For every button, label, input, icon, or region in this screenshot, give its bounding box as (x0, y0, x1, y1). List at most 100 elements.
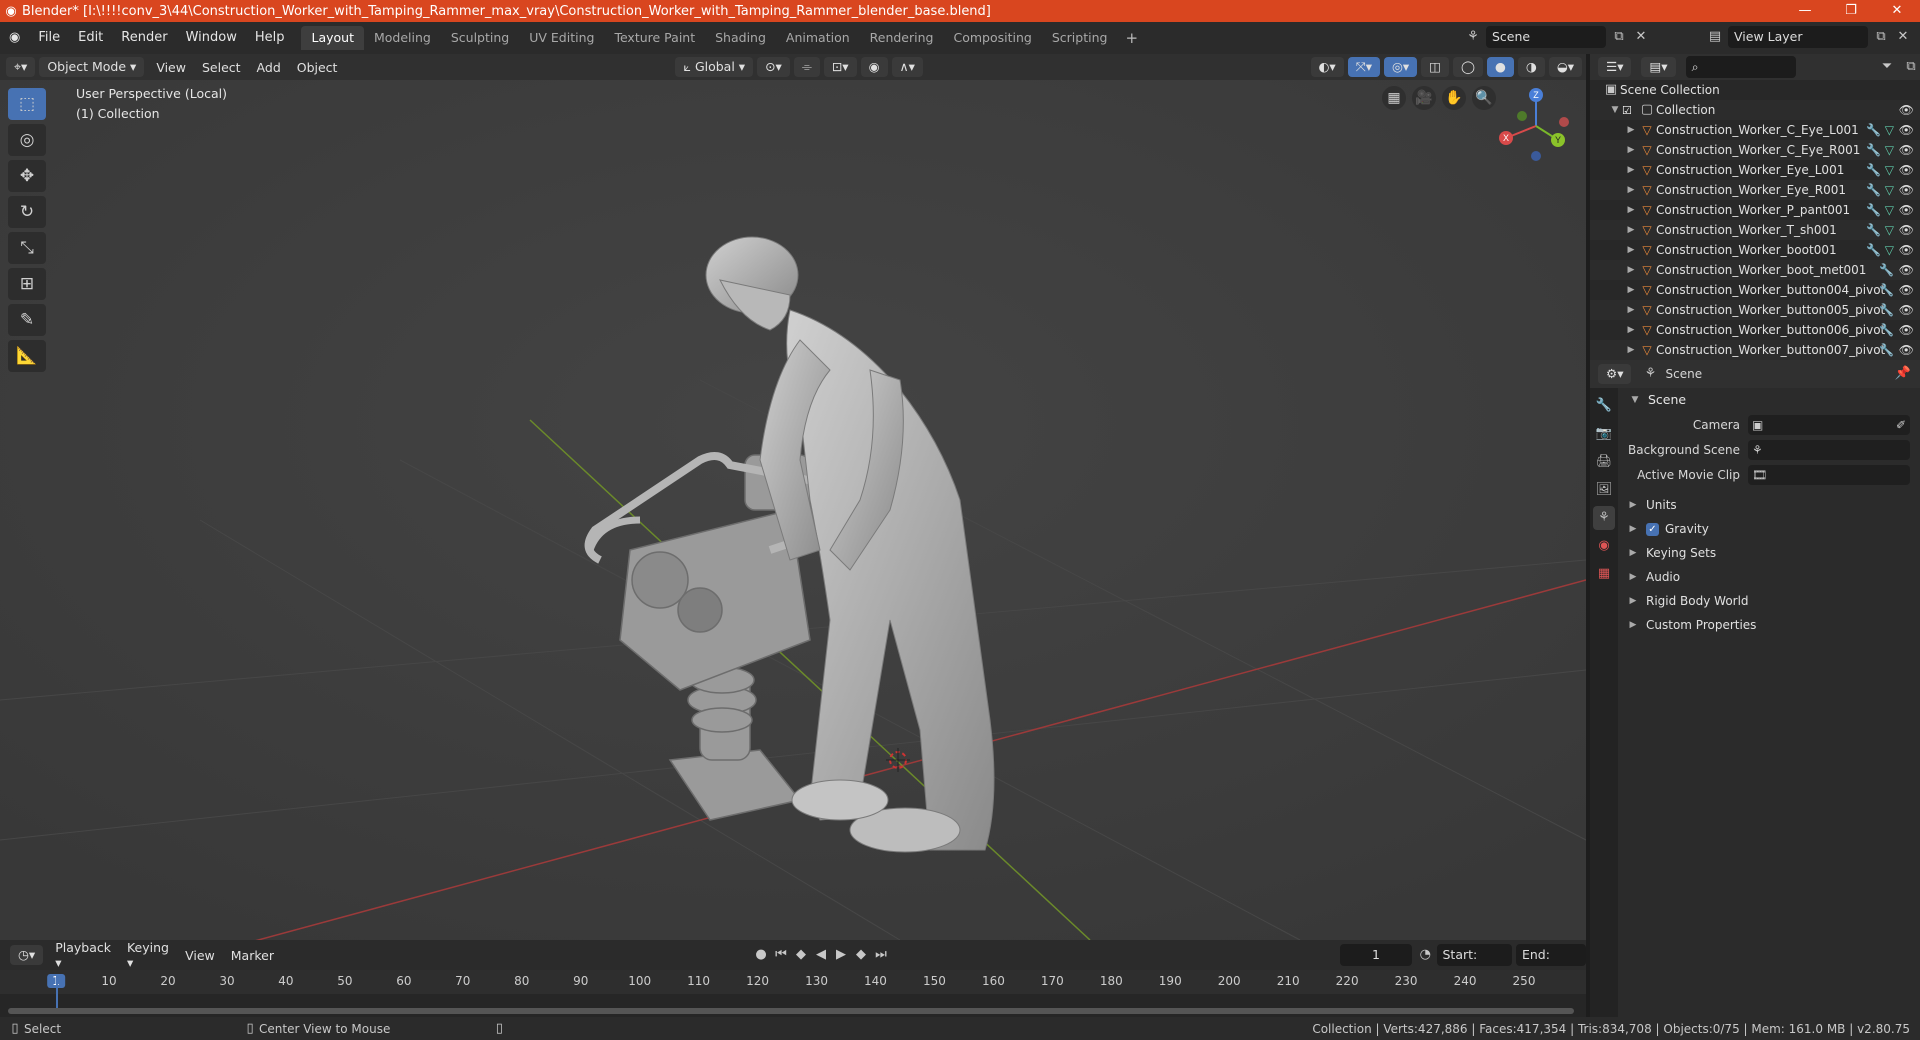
eye-icon[interactable]: 👁 (1899, 323, 1914, 337)
expand-object-icon[interactable]: ▶ (1624, 125, 1638, 135)
eye-icon[interactable]: 👁 (1899, 123, 1914, 137)
expand-object-icon[interactable]: ▶ (1624, 265, 1638, 275)
gravity-checkbox[interactable]: ✓ (1646, 522, 1659, 536)
scene-tab-icon[interactable]: ⚘ (1593, 506, 1615, 530)
properties-editor-icon[interactable]: ⚙▾ (1598, 364, 1632, 384)
view-layer-tab-icon[interactable]: 🖼 (1593, 478, 1615, 502)
measure-tool-icon[interactable]: 📐 (8, 340, 46, 372)
outliner-editor-icon[interactable]: ☰▾ (1598, 57, 1632, 77)
blender-menu-icon[interactable]: ◉ (0, 22, 29, 54)
scene-panel-header[interactable]: ▼ Scene (1618, 388, 1920, 412)
mesh-data-icon[interactable]: ▽ (1881, 183, 1894, 197)
expand-object-icon[interactable]: ▶ (1624, 325, 1638, 335)
menu-select[interactable]: Select (194, 60, 249, 75)
annotate-tool-icon[interactable]: ✎ (8, 304, 46, 336)
keying-sets-panel[interactable]: ▶ Keying Sets (1618, 541, 1920, 565)
tab-texture-paint[interactable]: Texture Paint (604, 26, 705, 50)
prev-keyframe-icon[interactable]: ◆ (792, 946, 810, 964)
expand-object-icon[interactable]: ▶ (1624, 205, 1638, 215)
snap-target-icon[interactable]: ⊡▾ (823, 57, 857, 77)
outliner-item[interactable]: ▶ ▽ Construction_Worker_T_sh001 🔧 ▽ 👁 (1590, 220, 1920, 240)
cursor-tool-icon[interactable]: ◎ (8, 124, 46, 156)
menu-timeline-view[interactable]: View (177, 948, 223, 963)
menu-window[interactable]: Window (177, 22, 246, 54)
timeline-scrollbar[interactable] (8, 1008, 1574, 1014)
render-tab-icon[interactable]: 📷 (1593, 422, 1615, 446)
eye-icon[interactable]: 👁 (1899, 303, 1914, 317)
display-mode-icon[interactable]: ▤▾ (1641, 57, 1676, 77)
tab-modeling[interactable]: Modeling (364, 26, 441, 50)
mesh-data-icon[interactable]: ▽ (1881, 163, 1894, 177)
proportional-edit-icon[interactable]: ◉ (860, 57, 888, 77)
menu-object[interactable]: Object (289, 60, 346, 75)
grid-view-icon[interactable]: ▦ (1382, 86, 1406, 110)
outliner-item[interactable]: ▶ ▽ Construction_Worker_button007_pivot 🔧 👁 (1590, 340, 1920, 360)
menu-view[interactable]: View (148, 60, 194, 75)
outliner-item[interactable]: ▶ ▽ Construction_Worker_P_pant001 🔧 ▽ 👁 (1590, 200, 1920, 220)
pan-hand-icon[interactable]: ✋ (1442, 86, 1466, 110)
world-tab-icon[interactable]: ◉ (1593, 534, 1615, 558)
custom-properties-panel[interactable]: ▶ Custom Properties (1618, 613, 1920, 637)
wrench-icon[interactable]: 🔧 (1879, 343, 1894, 357)
tab-uv-editing[interactable]: UV Editing (519, 26, 604, 50)
visibility-icon[interactable]: ◐▾ (1310, 57, 1344, 77)
texture-tab-icon[interactable]: ▦ (1593, 562, 1615, 586)
mesh-data-icon[interactable]: ▽ (1881, 143, 1894, 157)
wrench-icon[interactable]: 🔧 (1866, 123, 1881, 137)
eye-icon[interactable]: 👁 (1899, 143, 1914, 157)
pin-icon[interactable]: 📌 (1894, 365, 1912, 383)
menu-keying[interactable]: Keying ▾ (119, 940, 177, 970)
select-box-tool-icon[interactable]: ⬚ (8, 88, 46, 120)
wrench-icon[interactable]: 🔧 (1866, 143, 1881, 157)
tool-tab-icon[interactable]: 🔧 (1593, 394, 1615, 418)
add-workspace-button[interactable]: + (1117, 29, 1146, 47)
new-scene-icon[interactable]: ⧉ (1610, 28, 1628, 46)
expand-object-icon[interactable]: ▶ (1624, 165, 1638, 175)
pivot-icon[interactable]: ⊙▾ (757, 57, 790, 77)
outliner-item[interactable]: ▶ ▽ Construction_Worker_Eye_R001 🔧 ▽ 👁 (1590, 180, 1920, 200)
minimize-button[interactable]: — (1782, 0, 1828, 22)
snap-icon[interactable]: ⌯ (793, 57, 820, 77)
expand-object-icon[interactable]: ▶ (1624, 345, 1638, 355)
eye-icon[interactable]: 👁 (1899, 343, 1914, 357)
timeline-body[interactable]: 1102030405060708090100110120130140150160… (0, 970, 1586, 1017)
outliner-search-input[interactable]: ⌕ (1685, 56, 1796, 78)
wrench-icon[interactable]: 🔧 (1866, 163, 1881, 177)
wrench-icon[interactable]: 🔧 (1879, 303, 1894, 317)
tab-shading[interactable]: Shading (705, 26, 776, 50)
outliner-item[interactable]: ▶ ▽ Construction_Worker_button004_pivot 🔧 👁 (1590, 280, 1920, 300)
wrench-icon[interactable]: 🔧 (1866, 243, 1881, 257)
outliner-item[interactable]: ▶ ▽ Construction_Worker_boot_met001 🔧 👁 (1590, 260, 1920, 280)
orientation-selector[interactable]: ⟀ Global ▾ (675, 57, 754, 77)
new-collection-icon[interactable]: ⧉ (1902, 58, 1920, 76)
remove-view-layer-icon[interactable]: ✕ (1894, 28, 1912, 46)
mode-selector[interactable]: Object Mode ▾ (39, 57, 145, 77)
eye-icon[interactable]: 👁 (1899, 263, 1914, 277)
solid-shading-icon[interactable]: ● (1486, 57, 1514, 77)
expand-collection-icon[interactable]: ▼ (1608, 105, 1622, 115)
wrench-icon[interactable]: 🔧 (1879, 283, 1894, 297)
menu-render[interactable]: Render (112, 22, 176, 54)
camera-view-icon[interactable]: 🎥 (1412, 86, 1436, 110)
gravity-panel[interactable]: ▶ ✓ Gravity (1618, 517, 1920, 541)
new-view-layer-icon[interactable]: ⧉ (1872, 28, 1890, 46)
rotate-tool-icon[interactable]: ↻ (8, 196, 46, 228)
wrench-icon[interactable]: 🔧 (1879, 263, 1894, 277)
menu-help[interactable]: Help (246, 22, 294, 54)
camera-field[interactable]: ▣ ✐ (1748, 414, 1910, 435)
tab-layout[interactable]: Layout (301, 26, 364, 50)
scene-selector[interactable]: Scene (1486, 26, 1606, 48)
outliner-item[interactable]: ▶ ▽ Construction_Worker_boot001 🔧 ▽ 👁 (1590, 240, 1920, 260)
output-tab-icon[interactable]: 🖨 (1593, 450, 1615, 474)
eye-icon[interactable]: 👁 (1899, 243, 1914, 257)
play-icon[interactable]: ▶ (832, 946, 850, 964)
expand-object-icon[interactable]: ▶ (1624, 305, 1638, 315)
expand-object-icon[interactable]: ▶ (1624, 225, 1638, 235)
expand-object-icon[interactable]: ▶ (1624, 245, 1638, 255)
xray-icon[interactable]: ◫ (1421, 57, 1449, 77)
jump-start-icon[interactable]: ⏮ (772, 946, 790, 964)
scale-tool-icon[interactable]: ⤡ (8, 232, 46, 264)
mesh-data-icon[interactable]: ▽ (1881, 203, 1894, 217)
maximize-button[interactable]: ❐ (1828, 0, 1874, 22)
clock-icon[interactable]: ◔ (1418, 946, 1433, 964)
